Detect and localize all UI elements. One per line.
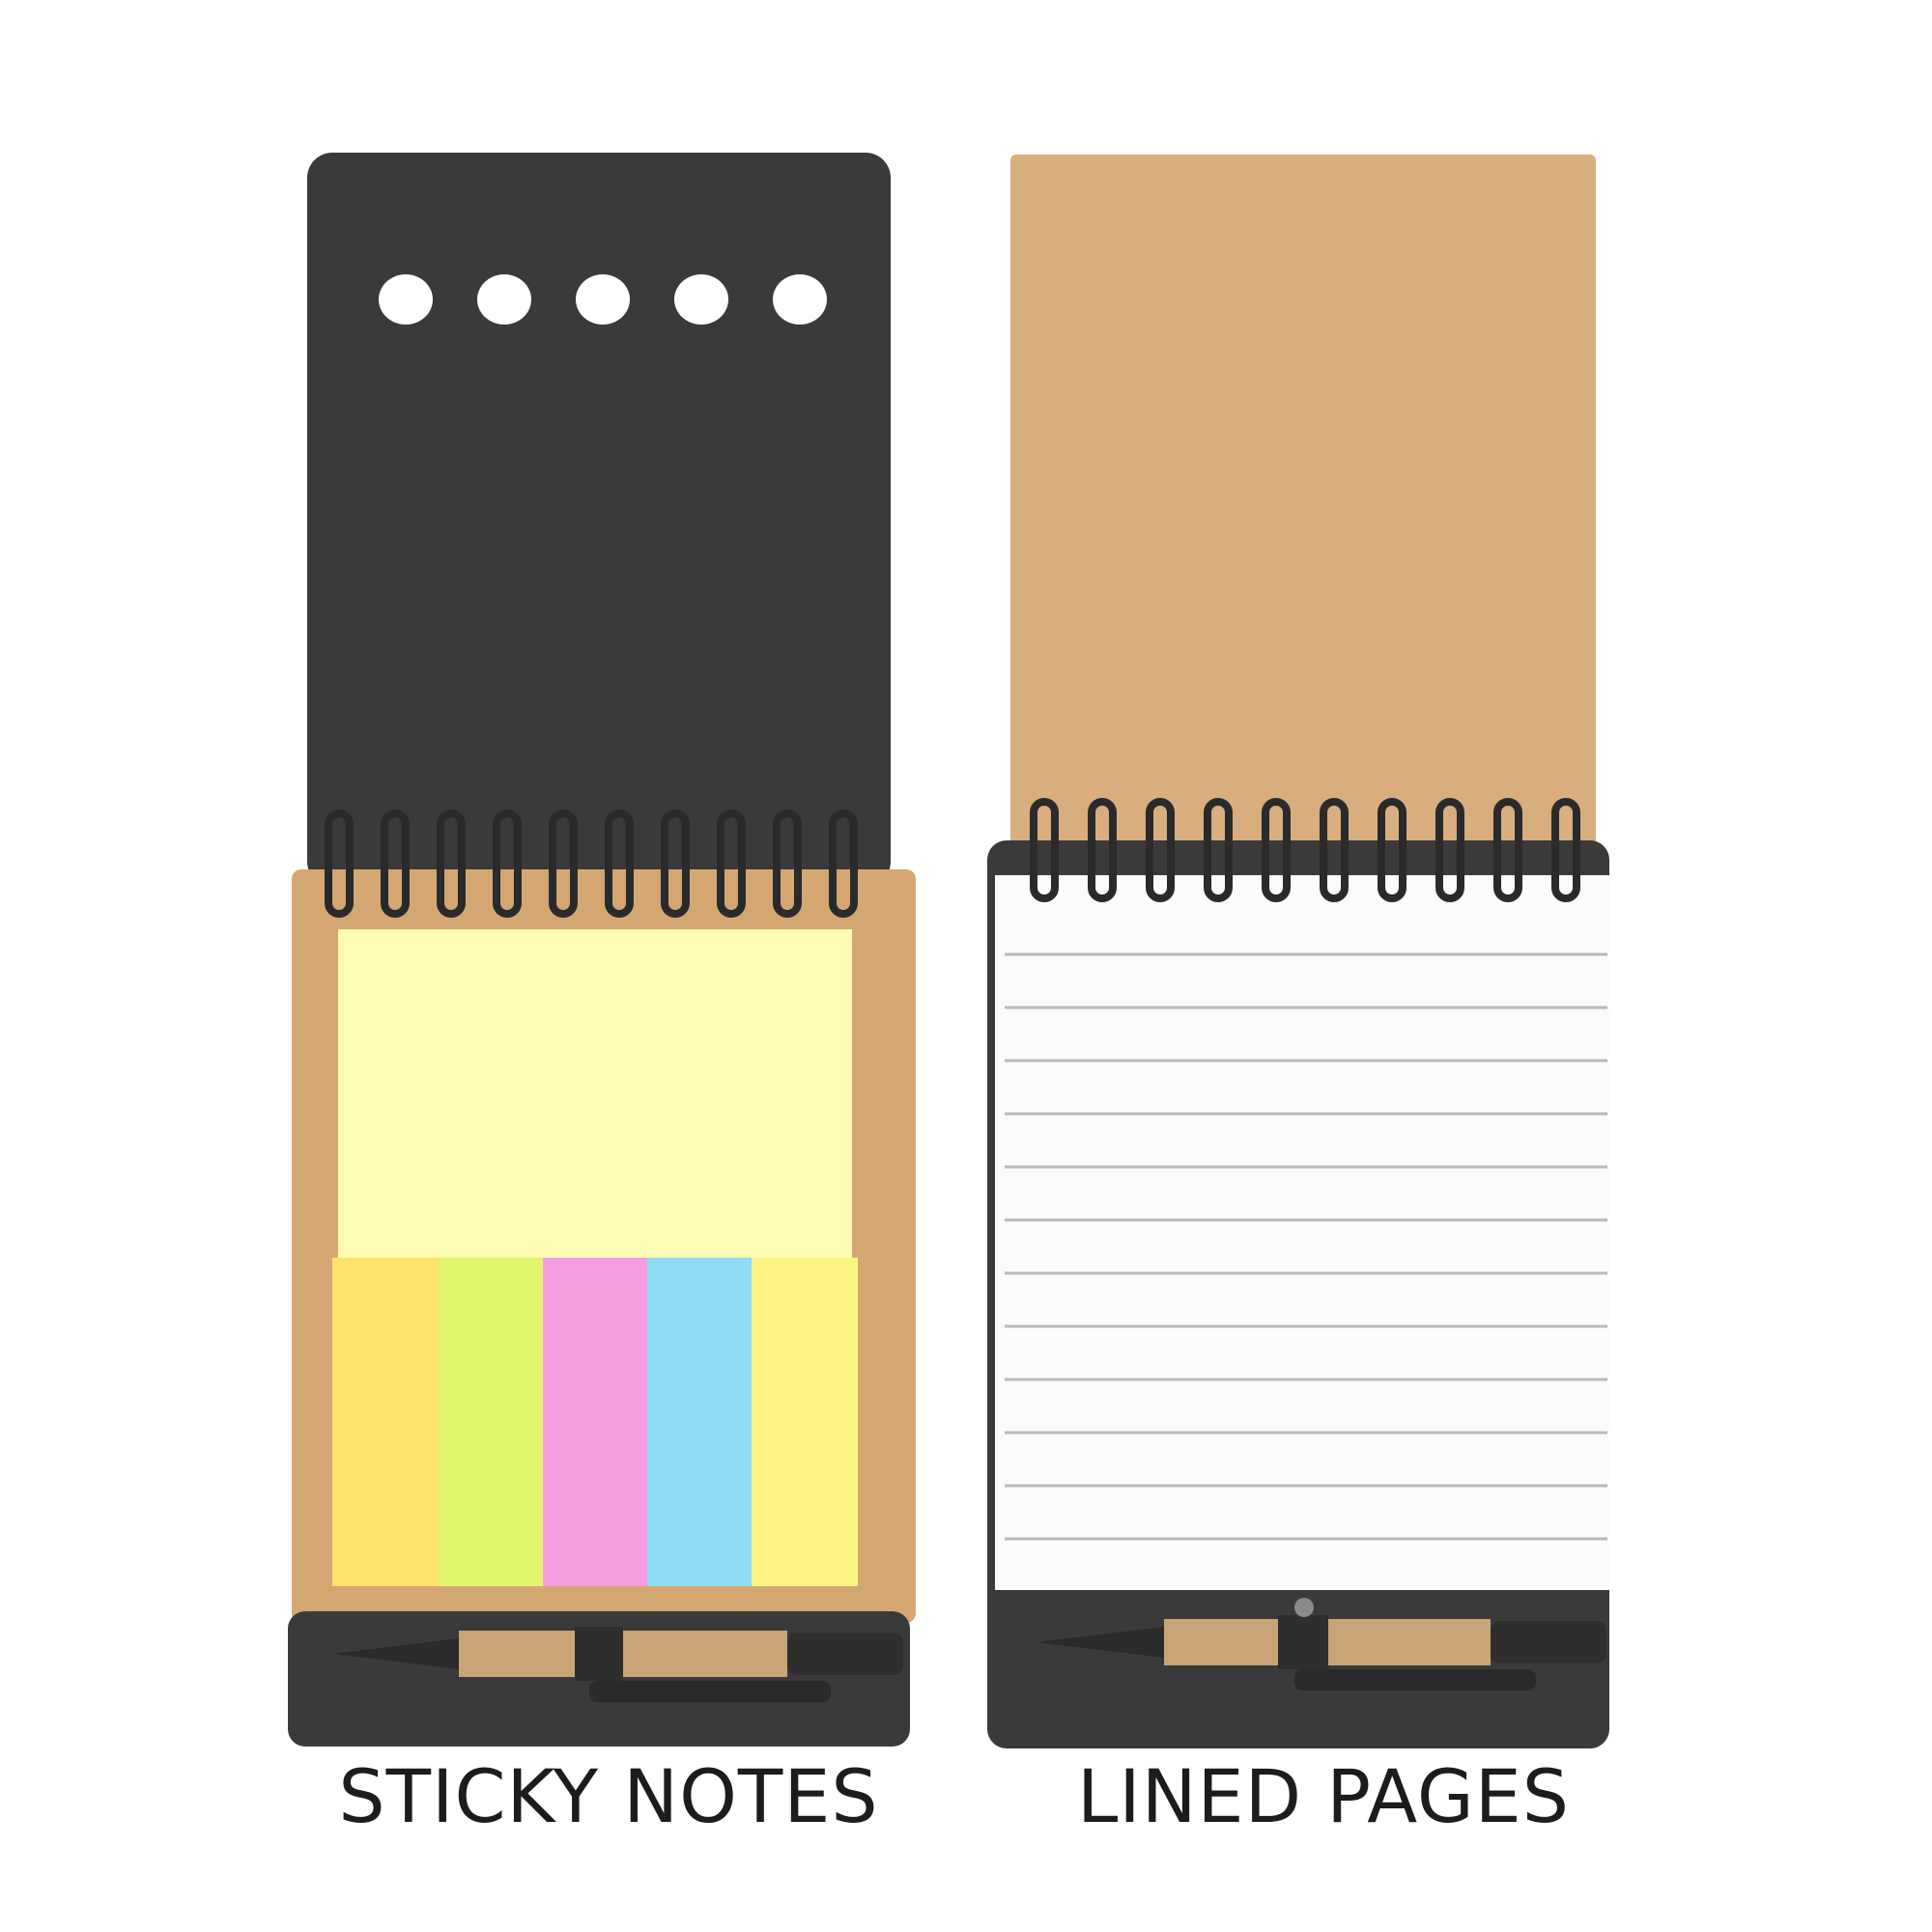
pen-clip [1294,1669,1536,1690]
lined-pages-notebook [987,155,1609,1748]
sticky-flag-pink [543,1258,647,1586]
cover-hole [379,274,433,325]
kraft-cover [1010,155,1596,860]
pen-body-left [459,1631,575,1677]
pen-body-right [623,1631,787,1677]
pen-band [575,1627,623,1681]
pen-body-left [1164,1619,1278,1665]
product-photo [288,153,1609,1748]
pen-end [1491,1621,1606,1663]
pen-loop-rivet [1294,1598,1314,1617]
pen-body-right [1328,1619,1491,1665]
sticky-flag-green [439,1258,543,1586]
cover-hole [477,274,531,325]
pen-end [787,1633,903,1675]
sticky-note-pad [338,929,852,1258]
pen-clip [589,1681,831,1702]
pen-band [1278,1615,1328,1669]
cover-hole [576,274,630,325]
cover-hole [674,274,728,325]
sticky-flag-blue [647,1258,752,1586]
caption-sticky-notes: STICKY NOTES [338,1753,879,1839]
caption-lined-pages: LINED PAGES [1076,1753,1571,1839]
lined-page [995,875,1609,1590]
black-cover [307,153,891,887]
sticky-flags [332,1258,858,1586]
sticky-flag-yellow [752,1258,858,1586]
sticky-flag-orange [332,1258,439,1586]
sticky-notes-notebook [288,153,916,1747]
cover-hole [773,274,827,325]
